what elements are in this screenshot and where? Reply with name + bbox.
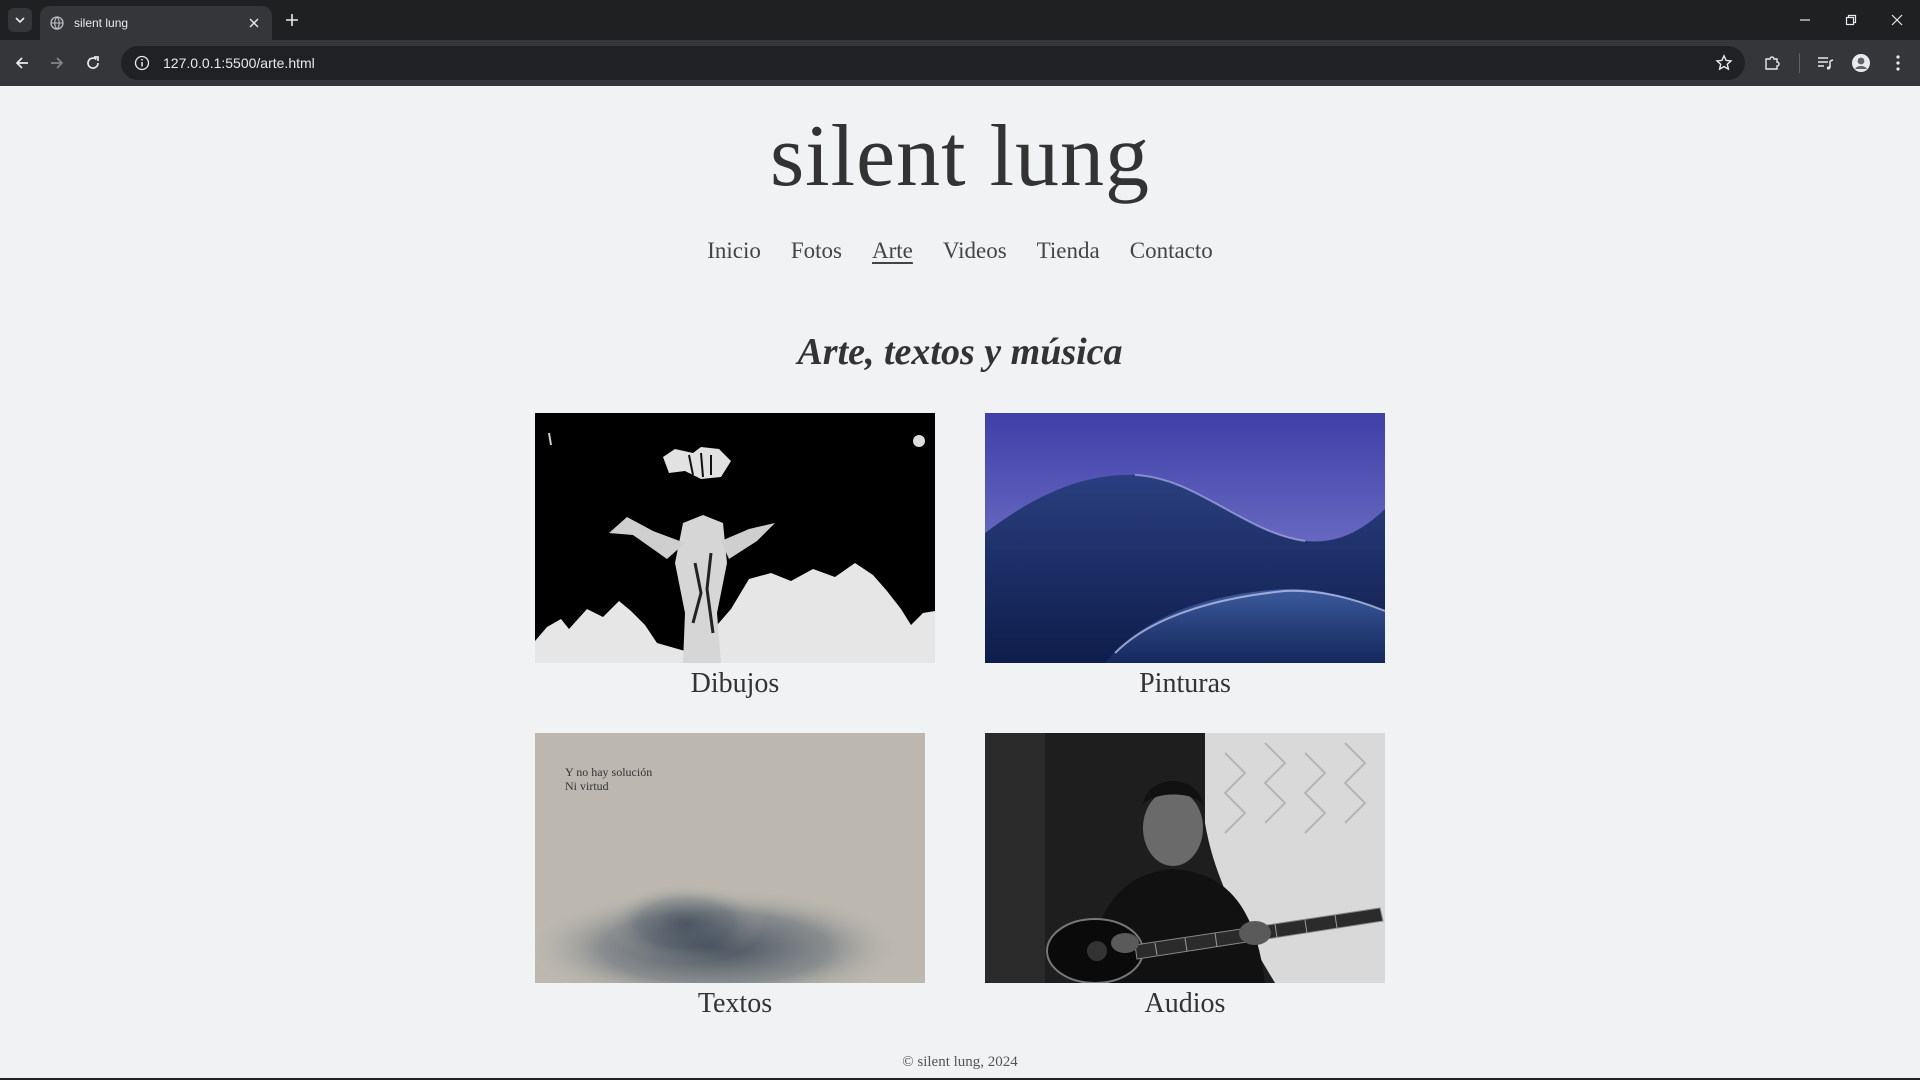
dibujos-image bbox=[535, 413, 935, 663]
textos-image-line-2: Ni virtud bbox=[565, 779, 609, 793]
tab-search-button[interactable] bbox=[8, 8, 32, 32]
arrow-left-icon bbox=[15, 57, 28, 69]
card-caption: Pinturas bbox=[1139, 668, 1231, 699]
tab-title: silent lung bbox=[74, 16, 129, 30]
nav-contacto[interactable]: Contacto bbox=[1130, 238, 1213, 264]
card-pinturas[interactable]: Pinturas bbox=[985, 413, 1385, 713]
back-button[interactable] bbox=[10, 51, 34, 75]
nav-tienda[interactable]: Tienda bbox=[1037, 238, 1100, 264]
section-title: Arte, textos y música bbox=[797, 331, 1123, 373]
card-audios[interactable]: Audios bbox=[985, 733, 1385, 1033]
reload-button[interactable] bbox=[81, 51, 105, 75]
card-caption: Dibujos bbox=[690, 668, 780, 699]
toolbar-separator bbox=[1799, 53, 1800, 73]
window-close-button[interactable] bbox=[1874, 0, 1920, 40]
forward-button[interactable] bbox=[45, 51, 69, 75]
browser-menu-button[interactable] bbox=[1887, 52, 1909, 74]
media-control-button[interactable] bbox=[1814, 52, 1836, 74]
textos-image-line-1: Y no hay solución bbox=[565, 765, 653, 779]
audios-image bbox=[985, 733, 1385, 983]
nav-inicio[interactable]: Inicio bbox=[707, 238, 761, 264]
puzzle-icon bbox=[1765, 56, 1780, 70]
address-bar[interactable]: 127.0.0.1:5500/arte.html bbox=[121, 46, 1745, 80]
chevron-down-icon bbox=[15, 17, 25, 24]
window-minimize-button[interactable] bbox=[1782, 0, 1828, 40]
url-text: 127.0.0.1:5500/arte.html bbox=[163, 55, 315, 71]
globe-icon bbox=[50, 16, 64, 30]
browser-tab-active[interactable]: silent lung bbox=[40, 6, 272, 40]
tab-close-button[interactable] bbox=[246, 15, 262, 31]
nav-arte[interactable]: Arte bbox=[872, 238, 913, 264]
pinturas-image bbox=[985, 413, 1385, 663]
card-dibujos[interactable]: Dibujos bbox=[535, 413, 935, 713]
close-icon bbox=[249, 18, 259, 28]
arrow-right-icon bbox=[51, 57, 64, 69]
close-icon bbox=[1891, 14, 1903, 26]
extensions-button[interactable] bbox=[1761, 52, 1783, 74]
nav-videos[interactable]: Videos bbox=[943, 238, 1007, 264]
browser-tab-bar: silent lung bbox=[0, 0, 1920, 40]
site-title: silent lung bbox=[769, 108, 1151, 205]
reload-icon bbox=[87, 56, 99, 69]
new-tab-button[interactable] bbox=[282, 10, 302, 30]
footer-copyright: © silent lung, 2024 bbox=[902, 1054, 1018, 1070]
card-caption: Textos bbox=[697, 988, 773, 1019]
page-content: silent lung Inicio Fotos Arte Videos Tie… bbox=[0, 86, 1920, 1080]
site-info-button[interactable] bbox=[133, 54, 151, 72]
kebab-menu-icon bbox=[1896, 55, 1900, 71]
card-caption: Audios bbox=[1144, 988, 1226, 1019]
window-restore-button[interactable] bbox=[1828, 0, 1874, 40]
nav-fotos[interactable]: Fotos bbox=[791, 238, 842, 264]
avatar-icon bbox=[1852, 54, 1870, 72]
main-nav: Inicio Fotos Arte Videos Tienda Contacto bbox=[0, 238, 1920, 264]
profile-button[interactable] bbox=[1850, 52, 1872, 74]
restore-icon bbox=[1845, 14, 1857, 26]
bookmark-button[interactable] bbox=[1715, 54, 1733, 72]
info-icon bbox=[134, 55, 150, 71]
media-queue-icon bbox=[1818, 57, 1834, 70]
textos-image: Y no hay solución Ni virtud bbox=[535, 733, 925, 983]
star-icon bbox=[1715, 54, 1733, 71]
card-textos[interactable]: Y no hay solución Ni virtud Textos bbox=[535, 733, 935, 1033]
minimize-icon bbox=[1800, 19, 1810, 21]
plus-icon bbox=[286, 14, 298, 26]
